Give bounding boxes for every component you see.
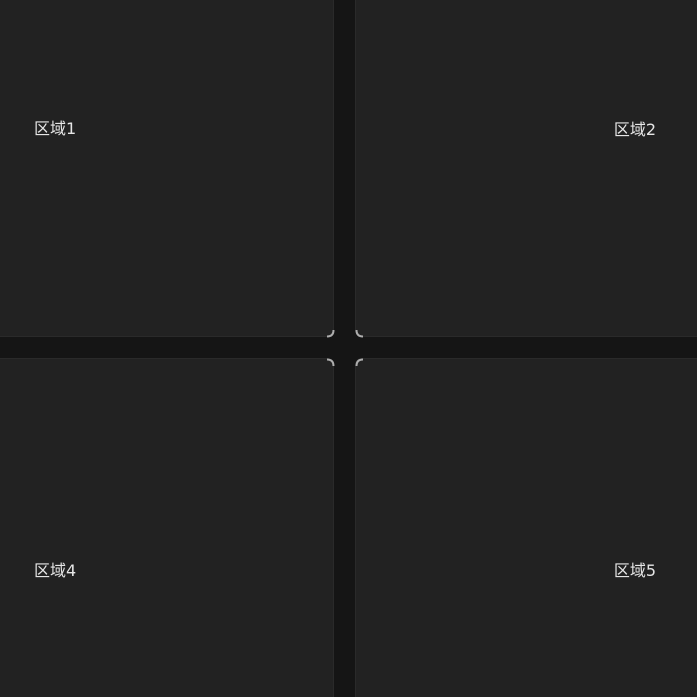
region-panel-2[interactable]: 区域2 (355, 0, 697, 337)
region-label-4: 区域4 (34, 561, 77, 580)
region-label-1: 区域1 (34, 119, 77, 138)
region-panel-4[interactable]: 区域4 (0, 358, 334, 697)
region-grid: 区域1 区域2 区域4 区域5 (0, 0, 697, 697)
region-label-5: 区域5 (613, 561, 656, 580)
region-panel-5[interactable]: 区域5 (355, 358, 697, 697)
region-label-2: 区域2 (613, 120, 656, 139)
region-panel-1[interactable]: 区域1 (0, 0, 334, 337)
